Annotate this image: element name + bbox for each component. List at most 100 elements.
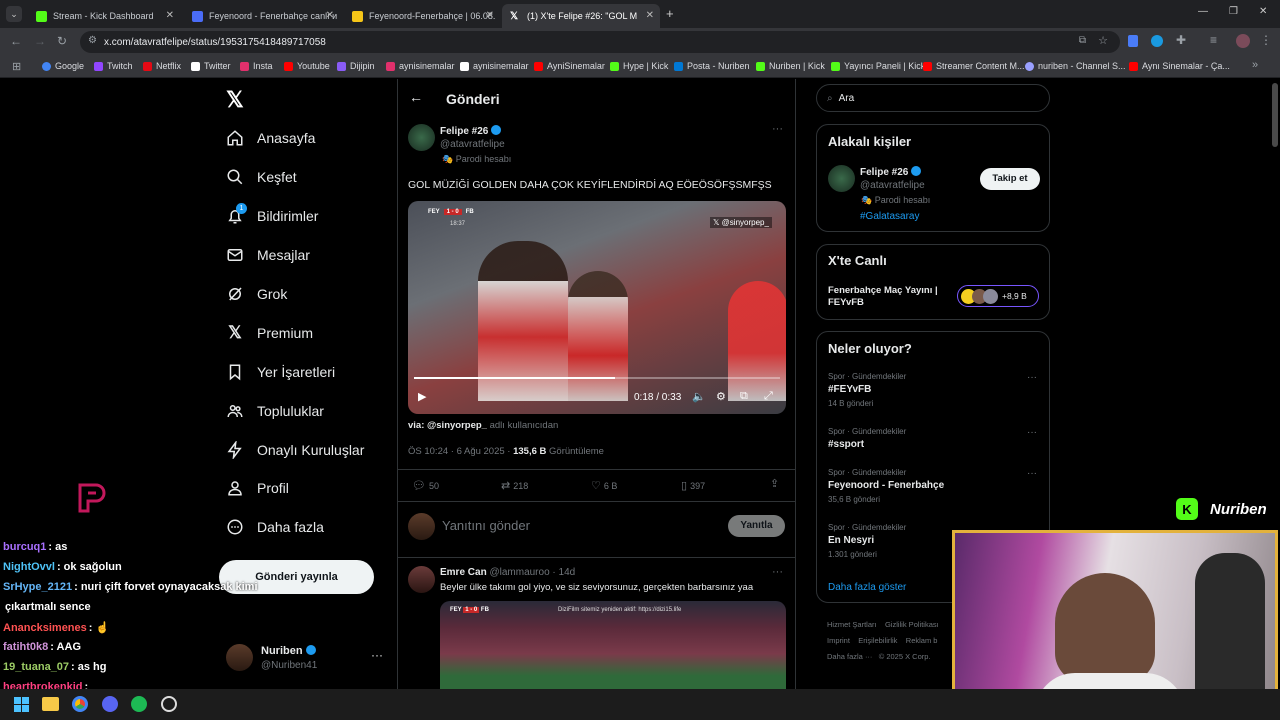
share-icon[interactable]: ⇪ bbox=[770, 477, 779, 490]
nav-grok[interactable]: Grok bbox=[225, 279, 287, 309]
bookmark-netflix[interactable]: Netflix bbox=[143, 61, 181, 71]
account-avatar[interactable] bbox=[226, 644, 253, 671]
author-name[interactable]: Felipe #26 bbox=[440, 125, 502, 137]
nav-premium[interactable]: 𝕏 Premium bbox=[225, 318, 313, 348]
bookmark-nuriben-kick[interactable]: Nuriben | Kick bbox=[756, 61, 825, 71]
live-event[interactable]: Fenerbahçe Maç Yayını | FEYvFB bbox=[828, 285, 956, 309]
reply-button[interactable]: Yanıtla bbox=[728, 515, 785, 537]
pip-icon[interactable]: ⧉ bbox=[740, 390, 748, 403]
nav-home[interactable]: Anasayfa bbox=[225, 123, 315, 153]
bookmark-action[interactable]: ▯ 397 bbox=[681, 479, 705, 492]
nav-communities[interactable]: Topluluklar bbox=[225, 396, 324, 426]
search-input[interactable]: Ara bbox=[839, 93, 855, 104]
trend-more-icon[interactable]: ··· bbox=[1027, 468, 1037, 479]
back-icon[interactable]: ← bbox=[10, 34, 22, 48]
footer-link[interactable]: Daha fazla ··· bbox=[827, 652, 872, 661]
reply-author[interactable]: Emre Can @lammauroo · 14d bbox=[440, 567, 575, 578]
trend-more-icon[interactable]: ··· bbox=[1027, 427, 1037, 438]
menu-kebab-icon[interactable]: ⋮ bbox=[1260, 33, 1272, 47]
bookmark-aynisinemalar-1[interactable]: aynisinemalar bbox=[386, 61, 455, 71]
live-listeners[interactable]: +8,9 B bbox=[957, 285, 1039, 307]
fullscreen-icon[interactable]: ⤢ bbox=[764, 390, 773, 403]
obs-icon[interactable] bbox=[161, 696, 177, 712]
new-tab-icon[interactable]: + bbox=[666, 6, 674, 21]
tab-kick-dashboard[interactable]: Stream - Kick Dashboard ✕ bbox=[28, 4, 180, 28]
nav-more[interactable]: Daha fazla bbox=[225, 512, 324, 542]
nav-notifications[interactable]: 1 Bildirimler bbox=[225, 201, 318, 231]
apps-grid-icon[interactable]: ⊞ bbox=[12, 60, 21, 73]
bookmark-hype-kick[interactable]: Hype | Kick bbox=[610, 61, 668, 71]
account-menu-icon[interactable]: ··· bbox=[371, 648, 383, 662]
nav-messages[interactable]: Mesajlar bbox=[225, 240, 310, 270]
file-explorer-icon[interactable] bbox=[42, 697, 59, 711]
video-progress-track[interactable] bbox=[414, 377, 780, 379]
chrome-icon[interactable] bbox=[72, 696, 88, 712]
related-name[interactable]: Felipe #26 bbox=[860, 166, 922, 178]
bookmark-google[interactable]: Google bbox=[42, 61, 84, 71]
tab-x-post[interactable]: 𝕏 (1) X'te Felipe #26: "GOL M ✕ bbox=[502, 4, 660, 28]
related-hashtag[interactable]: #Galatasaray bbox=[860, 211, 919, 222]
trend-item[interactable]: Spor · Gündemdekiler #FEYvFB 14 B gönder… bbox=[817, 372, 1049, 426]
extensions-puzzle-icon[interactable]: ✚ bbox=[1176, 33, 1186, 47]
nav-explore[interactable]: Keşfet bbox=[225, 162, 297, 192]
follow-button[interactable]: Takip et bbox=[980, 168, 1040, 190]
scrollbar[interactable] bbox=[1272, 83, 1278, 147]
windows-start-icon[interactable] bbox=[14, 697, 29, 712]
close-icon[interactable]: ✕ bbox=[166, 10, 174, 21]
trend-item[interactable]: Spor · Gündemdekiler #ssport ··· bbox=[817, 427, 1049, 467]
reload-icon[interactable]: ↻ bbox=[57, 34, 67, 48]
reply-input[interactable]: Yanıtını gönder bbox=[442, 518, 530, 533]
related-avatar[interactable] bbox=[828, 165, 855, 192]
bookmark-youtube[interactable]: Youtube bbox=[284, 61, 330, 71]
close-icon[interactable]: ✕ bbox=[486, 10, 494, 21]
account-name[interactable]: Nuriben bbox=[261, 645, 316, 657]
trend-more-icon[interactable]: ··· bbox=[1027, 372, 1037, 383]
footer-link[interactable]: Imprint bbox=[827, 636, 850, 645]
volume-icon[interactable]: 🔈 bbox=[692, 390, 706, 403]
bookmark-ayni-sinemalar[interactable]: Aynı Sinemalar - Ça... bbox=[1129, 61, 1230, 71]
more-bookmarks-icon[interactable]: » bbox=[1252, 59, 1258, 71]
forward-icon[interactable]: → bbox=[34, 34, 46, 48]
extension-icon[interactable] bbox=[1151, 35, 1163, 47]
bookmark-posta[interactable]: Posta - Nuriben bbox=[674, 61, 750, 71]
search-box[interactable]: ⌕ Ara bbox=[816, 84, 1050, 112]
bookmark-star-icon[interactable]: ☆ bbox=[1098, 34, 1108, 47]
bookmark-aynisinemalar-2[interactable]: aynisinemalar bbox=[460, 61, 529, 71]
reply-more-icon[interactable]: ··· bbox=[772, 566, 783, 578]
via-handle[interactable]: via: @sinyorpep_ bbox=[408, 420, 487, 431]
repost-action[interactable]: ⇄ 218 bbox=[501, 479, 528, 492]
profile-avatar[interactable] bbox=[1236, 34, 1250, 48]
bookmark-twitter[interactable]: Twitter bbox=[191, 61, 231, 71]
nav-bookmarks[interactable]: Yer İşaretleri bbox=[225, 357, 335, 387]
minimize-icon[interactable]: — bbox=[1198, 6, 1208, 17]
maximize-icon[interactable]: ❐ bbox=[1229, 6, 1238, 17]
tab-search-icon[interactable]: ⌄ bbox=[6, 6, 22, 22]
bookmark-yayinci-paneli[interactable]: Yayıncı Paneli | Kick bbox=[831, 61, 925, 71]
like-action[interactable]: ♡ 6 B bbox=[591, 479, 617, 492]
bookmark-streamer-content[interactable]: Streamer Content M... bbox=[923, 61, 1025, 71]
show-more-link[interactable]: Daha fazla göster bbox=[828, 582, 906, 593]
nav-profile[interactable]: Profil bbox=[225, 473, 289, 503]
bookmark-channel[interactable]: nuriben - Channel S... bbox=[1025, 61, 1126, 71]
settings-gear-icon[interactable]: ⚙ bbox=[716, 390, 726, 403]
back-arrow-icon[interactable]: ← bbox=[409, 89, 423, 105]
bookmark-insta[interactable]: Insta bbox=[240, 61, 273, 71]
author-handle[interactable]: @atavratfelipe bbox=[440, 139, 505, 150]
x-logo-icon[interactable]: 𝕏 bbox=[226, 87, 244, 113]
play-icon[interactable]: ▶ bbox=[418, 390, 426, 403]
close-window-icon[interactable]: ✕ bbox=[1259, 6, 1267, 17]
close-icon[interactable]: ✕ bbox=[326, 10, 334, 21]
reply-action[interactable]: 💬︎ 50 bbox=[412, 479, 439, 492]
tab-match-info[interactable]: Feyenoord-Fenerbahçe | 06.08. ✕ bbox=[344, 4, 500, 28]
trend-item[interactable]: Spor · Gündemdekiler Feyenoord - Fenerba… bbox=[817, 468, 1049, 522]
extension-shield-icon[interactable] bbox=[1128, 35, 1138, 47]
footer-link[interactable]: Reklam b bbox=[906, 636, 938, 645]
footer-link[interactable]: Hizmet Şartları bbox=[827, 620, 877, 629]
footer-link[interactable]: Erişilebilirlik bbox=[858, 636, 897, 645]
bookmark-aynisinemalar-3[interactable]: AyniSinemalar bbox=[534, 61, 605, 71]
bookmark-dijipin[interactable]: Dijipin bbox=[337, 61, 375, 71]
reply-media[interactable]: FEY 1 - 0 FB DiziFilm sitemiz yeniden ak… bbox=[440, 601, 786, 689]
install-icon[interactable]: ⧉ bbox=[1079, 35, 1086, 46]
nav-verified-orgs[interactable]: Onaylı Kuruluşlar bbox=[225, 435, 364, 465]
close-icon[interactable]: ✕ bbox=[646, 10, 654, 21]
